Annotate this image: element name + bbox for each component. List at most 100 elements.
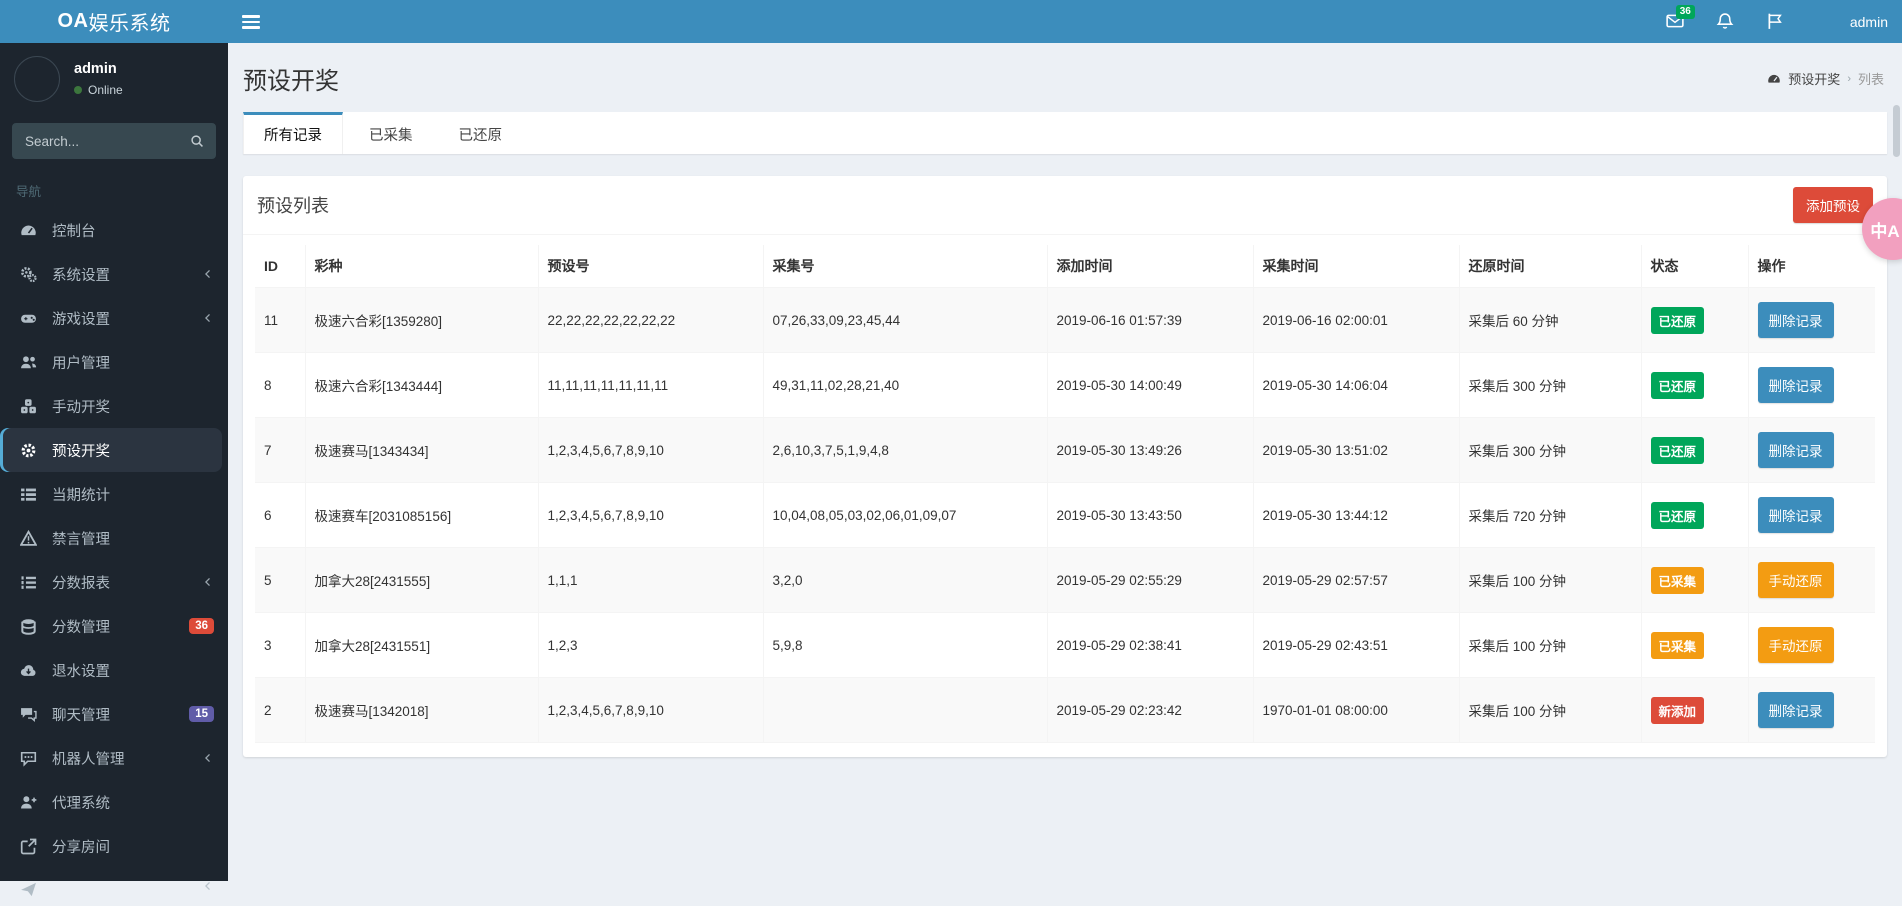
logo-bold: OA	[57, 10, 89, 32]
chevron-left-icon	[202, 312, 214, 324]
user-menu[interactable]: admin	[1816, 9, 1888, 34]
sidebar-user-panel: admin Online	[0, 43, 228, 115]
sidebar-item-游戏设置[interactable]: 游戏设置	[0, 296, 228, 340]
breadcrumb: 预设开奖 › 列表	[1767, 69, 1884, 88]
app-logo[interactable]: OA 娱乐系统	[0, 0, 228, 43]
flag-icon[interactable]	[1766, 12, 1786, 32]
sidebar-item-手动开奖[interactable]: 手动开奖	[0, 384, 228, 428]
cell-preset-numbers: 1,2,3,4,5,6,7,8,9,10	[537, 482, 764, 548]
cell-collected-time: 1970-01-01 08:00:00	[1252, 677, 1460, 743]
online-status-dot	[74, 86, 82, 94]
sidebar-item-当期统计[interactable]: 当期统计	[0, 472, 228, 516]
cell-collected-numbers: 5,9,8	[762, 612, 1048, 678]
sidebar-username: admin	[74, 61, 117, 77]
top-navbar: OA 娱乐系统 36 admin	[0, 0, 1902, 43]
delete-record-button[interactable]: 删除记录	[1757, 302, 1834, 338]
column-header: 状态	[1640, 245, 1749, 288]
cell-added-time: 2019-05-30 13:49:26	[1046, 417, 1254, 483]
sidebar-item-分数管理[interactable]: 分数管理 36	[0, 604, 228, 648]
sidebar-count-badge: 15	[189, 706, 214, 722]
status-badge: 已还原	[1650, 436, 1705, 464]
tab-已还原[interactable]: 已还原	[439, 112, 523, 154]
sidebar-item-label: 用户管理	[52, 355, 110, 372]
cell-restore-time: 采集后 100 分钟	[1458, 677, 1642, 743]
cell-collected-time: 2019-05-30 13:44:12	[1252, 482, 1460, 548]
cell-added-time: 2019-06-16 01:57:39	[1046, 287, 1254, 353]
cell-lottery: 极速六合彩[1343444]	[304, 352, 539, 418]
sidebar-item-退水设置[interactable]: 退水设置	[0, 648, 228, 692]
table-row: 7 极速赛马[1343434] 1,2,3,4,5,6,7,8,9,10 2,6,10…	[255, 417, 1875, 483]
cell-lottery: 极速赛车[2031085156]	[304, 482, 539, 548]
cell-lottery: 极速六合彩[1359280]	[304, 287, 539, 353]
sidebar-item-label: 机器人管理	[52, 751, 125, 768]
cell-status: 已采集	[1640, 547, 1749, 613]
sidebar-count-badge: 36	[189, 618, 214, 634]
sidebar-toggle-icon[interactable]	[242, 12, 264, 30]
manual-restore-button[interactable]: 手动还原	[1757, 562, 1834, 598]
cell-preset-numbers: 1,2,3	[537, 612, 764, 678]
sidebar-item-cutoff-15[interactable]	[0, 868, 228, 906]
delete-record-button[interactable]: 删除记录	[1757, 497, 1834, 533]
gear-icon	[20, 441, 38, 459]
sidebar-item-控制台[interactable]: 控制台	[0, 208, 228, 252]
table-row: 3 加拿大28[2431551] 1,2,3 5,9,8 2019-05-29 02:3…	[255, 612, 1875, 678]
table-row: 8 极速六合彩[1343444] 11,11,11,11,11,11,11 49,31…	[255, 352, 1875, 418]
table-header-row: ID 彩种 预设号 采集号 添加时间 采集时间 还原时间 状态 操作	[255, 245, 1875, 288]
cell-lottery: 极速赛马[1343434]	[304, 417, 539, 483]
sidebar-item-系统设置[interactable]: 系统设置	[0, 252, 228, 296]
status-badge: 已还原	[1650, 306, 1705, 334]
cell-id: 6	[255, 482, 306, 548]
tab-所有记录[interactable]: 所有记录	[243, 112, 343, 154]
cell-collected-numbers: 10,04,08,05,03,02,06,01,09,07	[762, 482, 1048, 548]
cell-restore-time: 采集后 100 分钟	[1458, 612, 1642, 678]
breadcrumb-separator: ›	[1847, 72, 1851, 85]
column-header: 还原时间	[1458, 245, 1642, 288]
avatar	[1816, 9, 1841, 34]
preset-table: ID 彩种 预设号 采集号 添加时间 采集时间 还原时间 状态 操作 11 极速六合彩[13592…	[255, 245, 1875, 743]
sidebar-item-机器人管理[interactable]: 机器人管理	[0, 736, 228, 780]
cell-collected-time: 2019-06-16 02:00:01	[1252, 287, 1460, 353]
sidebar-menu: 控制台系统设置游戏设置用户管理手动开奖预设开奖当期统计 禁言管理 分数报表 分数管理 3…	[0, 208, 228, 906]
column-header: 采集号	[762, 245, 1048, 288]
sidebar-user-status: Online	[74, 83, 123, 97]
preset-list-box: 预设列表 添加预设 ID 彩种 预设号 采集号 添加时间 采集时间 还原时间 状态 操作 11 极…	[243, 176, 1887, 757]
sidebar-item-分数报表[interactable]: 分数报表	[0, 560, 228, 604]
sidebar-item-禁言管理[interactable]: 禁言管理	[0, 516, 228, 560]
users-icon	[20, 353, 38, 371]
cell-id: 3	[255, 612, 306, 678]
cell-collected-numbers: 3,2,0	[762, 547, 1048, 613]
delete-record-button[interactable]: 删除记录	[1757, 367, 1834, 403]
tab-已采集[interactable]: 已采集	[349, 112, 433, 154]
sidebar-item-label: 代理系统	[52, 795, 110, 812]
notifications-bell-icon[interactable]	[1716, 12, 1736, 32]
sidebar-item-label: 系统设置	[52, 267, 110, 284]
search-icon[interactable]	[182, 127, 212, 155]
cell-restore-time: 采集后 300 分钟	[1458, 352, 1642, 418]
gears-icon	[20, 265, 38, 283]
sidebar-item-分享房间[interactable]: 分享房间	[0, 824, 228, 868]
sidebar-item-聊天管理[interactable]: 聊天管理 15	[0, 692, 228, 736]
column-header: 彩种	[304, 245, 539, 288]
cell-action: 删除记录	[1747, 482, 1875, 548]
delete-record-button[interactable]: 删除记录	[1757, 692, 1834, 728]
cell-preset-numbers: 1,2,3,4,5,6,7,8,9,10	[537, 417, 764, 483]
add-preset-button[interactable]: 添加预设	[1793, 187, 1873, 223]
sidebar-item-label: 聊天管理	[52, 707, 110, 724]
sidebar-item-label: 预设开奖	[52, 443, 110, 460]
vertical-scrollbar-thumb[interactable]	[1893, 105, 1900, 157]
manual-restore-button[interactable]: 手动还原	[1757, 627, 1834, 663]
sidebar-item-用户管理[interactable]: 用户管理	[0, 340, 228, 384]
cell-restore-time: 采集后 60 分钟	[1458, 287, 1642, 353]
messages-icon[interactable]: 36	[1666, 4, 1695, 32]
share-icon	[20, 837, 38, 855]
column-header: 采集时间	[1252, 245, 1460, 288]
sidebar-item-代理系统[interactable]: 代理系统	[0, 780, 228, 824]
table-row: 2 极速赛马[1342018] 1,2,3,4,5,6,7,8,9,10 2019-0…	[255, 677, 1875, 743]
comments-icon	[20, 705, 38, 723]
sidebar-item-预设开奖[interactable]: 预设开奖	[0, 428, 222, 472]
cell-collected-numbers: 07,26,33,09,23,45,44	[762, 287, 1048, 353]
breadcrumb-root[interactable]: 预设开奖	[1788, 69, 1840, 88]
cell-action: 删除记录	[1747, 417, 1875, 483]
delete-record-button[interactable]: 删除记录	[1757, 432, 1834, 468]
table-row: 6 极速赛车[2031085156] 1,2,3,4,5,6,7,8,9,10 10,…	[255, 482, 1875, 548]
